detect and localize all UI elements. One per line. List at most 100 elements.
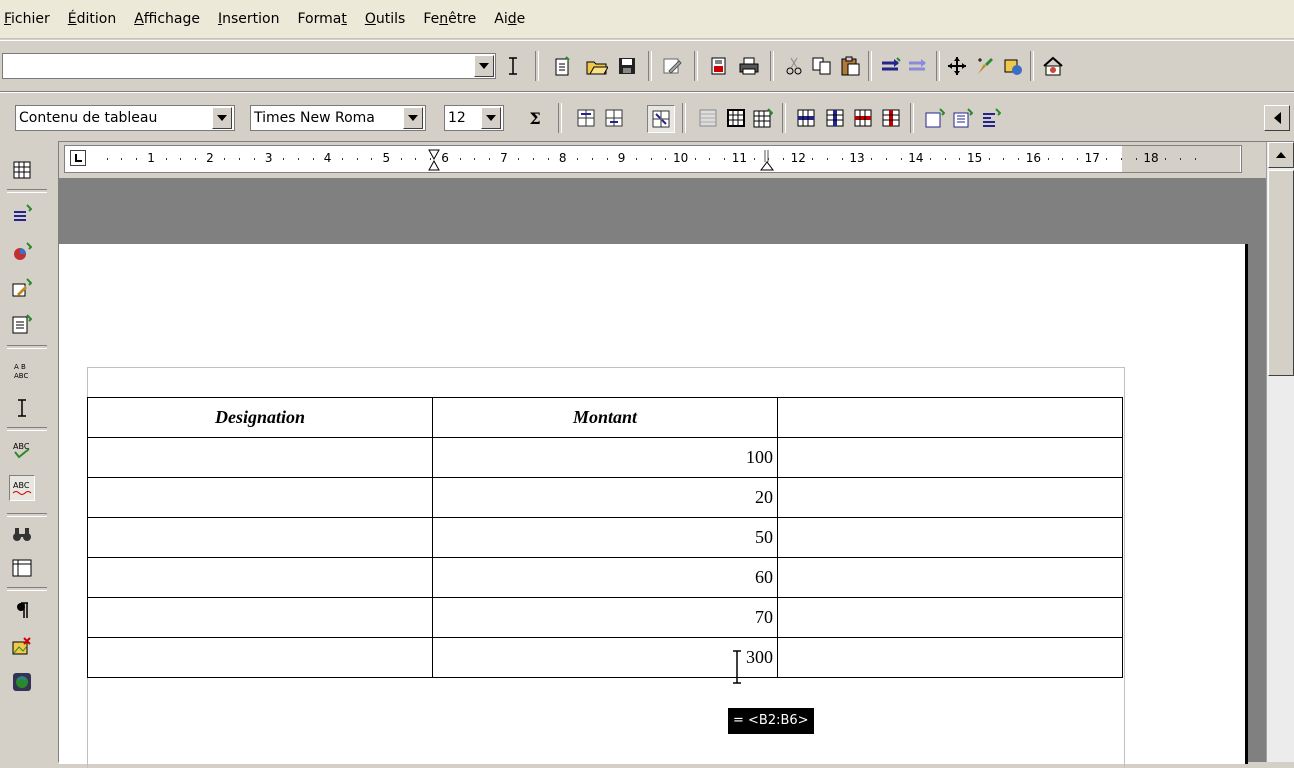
font-size-combo[interactable]: 12	[444, 105, 504, 131]
text-cursor-icon[interactable]	[11, 397, 33, 419]
insert-table-icon[interactable]	[11, 159, 33, 181]
menu-affichage[interactable]: Affichage	[134, 11, 200, 27]
indent-marker-icon[interactable]	[428, 148, 440, 172]
table-cell[interactable]: 70	[432, 597, 778, 638]
insert-frame-icon[interactable]	[924, 107, 946, 129]
table-cell[interactable]	[87, 597, 433, 638]
menu-outils[interactable]: Outils	[365, 11, 405, 27]
open-folder-icon[interactable]	[586, 55, 608, 77]
delete-row-icon[interactable]	[852, 107, 874, 129]
menu-format[interactable]: Format	[297, 11, 346, 27]
table-cell[interactable]: 50	[432, 517, 778, 558]
wrap-icon[interactable]	[980, 107, 1002, 129]
total-cell[interactable]: 300	[432, 637, 778, 678]
merge-cells-icon[interactable]	[575, 107, 597, 129]
menu-edition[interactable]: Édition	[68, 11, 116, 27]
save-icon[interactable]	[616, 55, 638, 77]
spellcheck-icon[interactable]: ABC	[11, 439, 33, 461]
paragraph-style-combo[interactable]: Contenu de tableau	[15, 105, 235, 131]
export-pdf-icon[interactable]	[708, 55, 730, 77]
graphics-off-icon[interactable]	[11, 635, 33, 657]
cell-border-icon[interactable]	[697, 107, 719, 129]
font-name-combo[interactable]: Times New Roma	[250, 105, 426, 131]
menu-fichier[interactable]: Fichier	[4, 11, 50, 27]
copy-icon[interactable]	[811, 55, 833, 77]
sum-icon[interactable]: Σ	[524, 107, 546, 129]
table-cell[interactable]	[87, 517, 433, 558]
table-cell[interactable]	[87, 477, 433, 518]
font-size-dropdown[interactable]	[481, 107, 501, 129]
table-cell[interactable]	[87, 637, 433, 678]
toolbar-separator	[7, 189, 47, 193]
ruler-label: 9	[617, 151, 626, 165]
delete-column-icon[interactable]	[880, 107, 902, 129]
cut-icon[interactable]	[783, 55, 805, 77]
anchor-icon[interactable]	[952, 107, 974, 129]
toolbar-separator	[694, 51, 698, 81]
font-name-dropdown[interactable]	[403, 107, 423, 129]
stylist-icon[interactable]	[974, 55, 996, 77]
data-sources-icon[interactable]	[1042, 55, 1064, 77]
ruler-tick	[812, 158, 814, 160]
menu-fenetre[interactable]: Fenêtre	[423, 11, 476, 27]
table-header-cell[interactable]	[777, 397, 1123, 438]
table-cell[interactable]: 20	[432, 477, 778, 518]
scroll-up-button[interactable]	[1268, 142, 1294, 168]
insert-row-icon[interactable]	[795, 107, 817, 129]
table-cell[interactable]	[777, 517, 1123, 558]
table-cell[interactable]	[777, 477, 1123, 518]
document-table[interactable]: Designation Montant 100 20 50 60 70 300	[87, 397, 1123, 678]
table-border-icon[interactable]	[725, 107, 747, 129]
vertical-scrollbar[interactable]	[1266, 142, 1294, 762]
optimize-table-icon[interactable]	[647, 105, 675, 133]
toolbar-separator	[1030, 51, 1034, 81]
document-page[interactable]: Designation Montant 100 20 50 60 70 300	[59, 244, 1248, 768]
horizontal-ruler[interactable]: 1 2 3 4 5 6 7 8 9 10 11 12 13 14 15 16 17 18	[64, 142, 1244, 176]
menu-insertion[interactable]: Insertion	[218, 11, 280, 27]
insert-fields-icon[interactable]	[11, 203, 33, 225]
gallery-icon[interactable]	[1002, 55, 1024, 77]
tab-stop-type-button[interactable]	[70, 150, 86, 166]
ruler-tick	[841, 158, 843, 160]
scroll-thumb[interactable]	[1268, 170, 1294, 376]
autospellcheck-icon[interactable]: ABC	[9, 475, 35, 501]
menu-aide[interactable]: Aide	[494, 11, 525, 27]
right-indent-marker-icon[interactable]	[760, 148, 774, 172]
table-cell[interactable]	[87, 437, 433, 478]
table-cell[interactable]	[777, 557, 1123, 598]
formatting-marks-icon[interactable]	[11, 599, 33, 621]
table-cell[interactable]: 100	[432, 437, 778, 478]
toolbar-separator	[7, 587, 47, 591]
toolbar-separator	[910, 103, 914, 133]
table-header-cell[interactable]: Designation	[87, 397, 433, 438]
text-cursor-icon[interactable]	[502, 55, 524, 77]
url-dropdown-button[interactable]	[474, 55, 494, 77]
navigator-icon[interactable]	[946, 55, 968, 77]
split-cells-icon[interactable]	[603, 107, 625, 129]
form-functions-icon[interactable]	[11, 313, 33, 335]
toolbar-separator	[868, 51, 872, 81]
table-cell[interactable]	[777, 597, 1123, 638]
show-draw-functions-icon[interactable]	[11, 277, 33, 299]
url-combo[interactable]	[2, 53, 496, 79]
table-properties-icon[interactable]	[752, 107, 774, 129]
print-icon[interactable]	[738, 55, 760, 77]
undo-icon[interactable]	[880, 55, 902, 77]
find-replace-icon[interactable]	[11, 523, 33, 545]
table-cell[interactable]	[777, 637, 1123, 678]
redo-icon[interactable]	[907, 55, 929, 77]
insert-column-icon[interactable]	[824, 107, 846, 129]
table-header-cell[interactable]: Montant	[432, 397, 778, 438]
table-cell[interactable]: 60	[432, 557, 778, 598]
new-document-icon[interactable]	[552, 55, 574, 77]
paragraph-style-dropdown[interactable]	[212, 107, 232, 129]
data-sources-icon[interactable]	[11, 557, 33, 579]
insert-object-icon[interactable]	[11, 241, 33, 263]
table-cell[interactable]	[87, 557, 433, 598]
autocorrect-icon[interactable]: A B ABC	[11, 359, 33, 381]
table-cell[interactable]	[777, 437, 1123, 478]
edit-file-icon[interactable]	[662, 55, 684, 77]
paste-icon[interactable]	[840, 55, 862, 77]
online-layout-icon[interactable]	[11, 671, 33, 693]
toolbar-collapse-button[interactable]	[1264, 105, 1290, 131]
